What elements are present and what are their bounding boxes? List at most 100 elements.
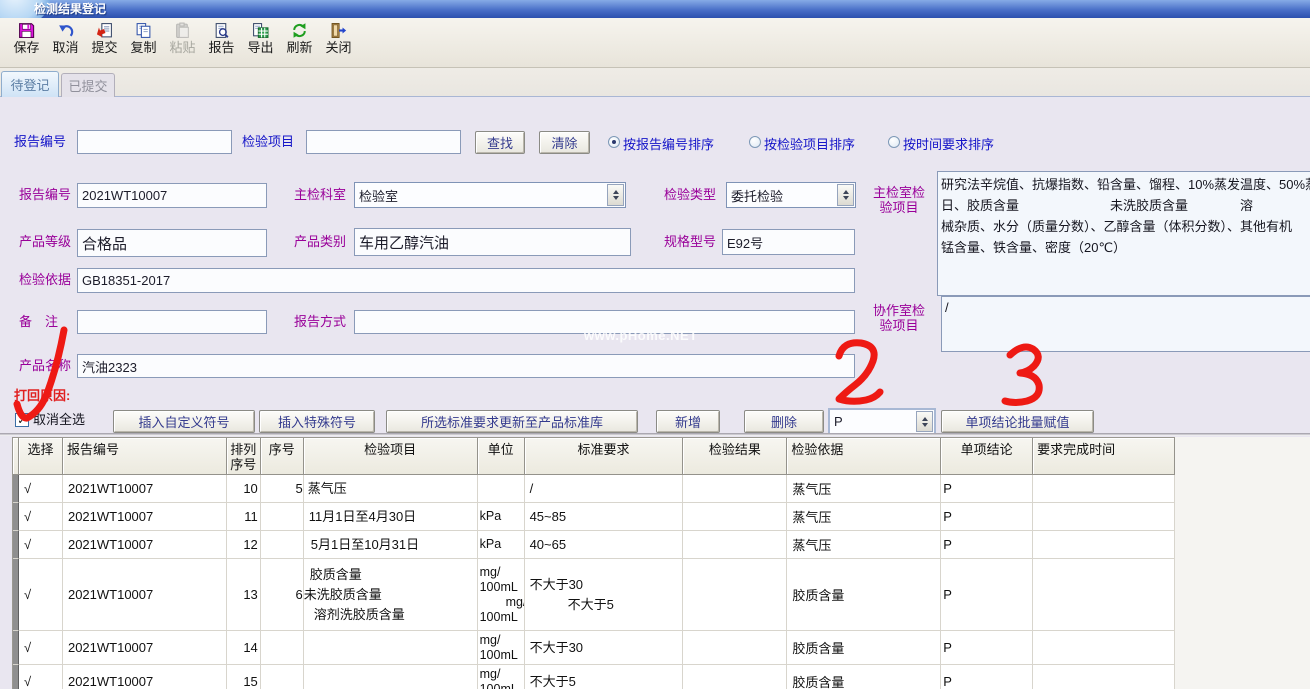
find-button[interactable]: 查找	[475, 131, 525, 154]
cell-item[interactable]	[304, 631, 478, 665]
cell-sort-no[interactable]: 14	[227, 631, 261, 665]
product-name-field[interactable]: 汽油2323	[77, 354, 855, 378]
sort-by-time-radio[interactable]	[888, 136, 900, 148]
col-select[interactable]: 选择	[19, 438, 63, 475]
cell-standard[interactable]: 不大于30	[525, 631, 684, 665]
cell-result[interactable]	[683, 559, 787, 631]
cell-standard[interactable]: /	[525, 475, 684, 503]
copy-button[interactable]: 复制	[124, 18, 163, 65]
cell-sort-no[interactable]: 15	[227, 665, 261, 689]
export-button[interactable]: 导出	[241, 18, 280, 65]
col-item[interactable]: 检验项目	[304, 438, 478, 475]
product-grade-field[interactable]: 合格品	[77, 229, 267, 257]
tab-pending[interactable]: 待登记	[1, 71, 59, 97]
cell-report-no[interactable]: 2021WT10007	[63, 559, 227, 631]
test-type-select[interactable]: 委托检验	[726, 182, 856, 208]
cell-seq[interactable]	[261, 503, 304, 531]
main-dept-select[interactable]: 检验室	[354, 182, 626, 208]
refresh-button[interactable]: 刷新	[280, 18, 319, 65]
table-row[interactable]: √2021WT10007125月1日至10月31日kPa40~65蒸气压P	[13, 531, 1175, 559]
search-item-input[interactable]	[306, 130, 461, 154]
col-standard[interactable]: 标准要求	[525, 438, 684, 475]
cell-report-no[interactable]: 2021WT10007	[63, 475, 227, 503]
cell-unit[interactable]: mg/100mL	[478, 665, 525, 689]
cell-unit[interactable]	[478, 475, 525, 503]
submit-button[interactable]: 提交	[85, 18, 124, 65]
cell-due-time[interactable]	[1033, 665, 1175, 689]
update-standard-button[interactable]: 所选标准要求更新至产品标准库	[386, 410, 638, 433]
paste-button[interactable]: 粘贴	[163, 18, 202, 65]
col-conclusion[interactable]: 单项结论	[941, 438, 1033, 475]
report-no-field[interactable]: 2021WT10007	[77, 183, 267, 208]
cell-basis[interactable]: 胶质含量	[787, 559, 941, 631]
cell-conclusion[interactable]: P	[941, 503, 1033, 531]
cell-standard[interactable]: 45~85	[525, 503, 684, 531]
tab-submitted[interactable]: 已提交	[61, 73, 115, 97]
cell-report-no[interactable]: 2021WT10007	[63, 531, 227, 559]
sort-by-report-no-radio[interactable]	[608, 136, 620, 148]
product-type-field[interactable]: 车用乙醇汽油	[354, 228, 631, 256]
cell-due-time[interactable]	[1033, 559, 1175, 631]
cell-result[interactable]	[683, 503, 787, 531]
sort-by-item-radio[interactable]	[749, 136, 761, 148]
cell-conclusion[interactable]: P	[941, 475, 1033, 503]
cell-conclusion[interactable]: P	[941, 559, 1033, 631]
cell-conclusion[interactable]: P	[941, 631, 1033, 665]
uncheck-all-checkbox[interactable]: ✓	[15, 413, 29, 427]
cell-seq[interactable]	[261, 631, 304, 665]
cell-report-no[interactable]: 2021WT10007	[63, 631, 227, 665]
cell-select[interactable]: √	[19, 531, 63, 559]
spinner-icon[interactable]	[916, 411, 933, 432]
undo-button[interactable]: 取消	[46, 18, 85, 65]
insert-special-symbol-button[interactable]: 插入特殊符号	[259, 410, 375, 433]
cell-select[interactable]: √	[19, 475, 63, 503]
conclusion-select[interactable]: P	[828, 408, 936, 435]
col-unit[interactable]: 单位	[478, 438, 525, 475]
cell-unit[interactable]: kPa	[478, 531, 525, 559]
col-seq[interactable]: 序号	[261, 438, 304, 475]
cell-sort-no[interactable]: 11	[227, 503, 261, 531]
cell-due-time[interactable]	[1033, 531, 1175, 559]
main-items-textarea[interactable]: 研究法辛烷值、抗爆指数、铅含量、馏程、10%蒸发温度、50%蒸 日、胶质含量 未…	[937, 171, 1310, 296]
collab-items-textarea[interactable]: /	[941, 296, 1310, 352]
cell-due-time[interactable]	[1033, 503, 1175, 531]
save-button[interactable]: 保存	[7, 18, 46, 65]
cell-unit[interactable]: mg/100mL	[478, 631, 525, 665]
cell-basis[interactable]: 胶质含量	[787, 665, 941, 689]
clear-button[interactable]: 清除	[539, 131, 590, 154]
cell-select[interactable]: √	[19, 503, 63, 531]
cell-select[interactable]: √	[19, 559, 63, 631]
cell-result[interactable]	[683, 531, 787, 559]
cell-seq[interactable]: 6	[261, 559, 304, 631]
cell-conclusion[interactable]: P	[941, 665, 1033, 689]
cell-item[interactable]	[304, 665, 478, 689]
inspect-basis-field[interactable]: GB18351-2017	[77, 268, 855, 293]
cell-standard[interactable]: 40~65	[525, 531, 684, 559]
cell-basis[interactable]: 胶质含量	[787, 631, 941, 665]
cell-standard[interactable]: 不大于30不大于5	[525, 559, 684, 631]
table-row[interactable]: √2021WT10007105蒸气压/蒸气压P	[13, 475, 1175, 503]
cell-item[interactable]: 胶质含量未洗胶质含量溶剂洗胶质含量	[304, 559, 478, 631]
remark-field[interactable]	[77, 310, 267, 334]
search-report-no-input[interactable]	[77, 130, 232, 154]
col-result[interactable]: 检验结果	[683, 438, 787, 475]
cell-report-no[interactable]: 2021WT10007	[63, 503, 227, 531]
table-row[interactable]: √2021WT10007136胶质含量未洗胶质含量溶剂洗胶质含量mg/100mL…	[13, 559, 1175, 631]
cell-basis[interactable]: 蒸气压	[787, 503, 941, 531]
batch-assign-button[interactable]: 单项结论批量赋值	[941, 410, 1094, 433]
table-row[interactable]: √2021WT1000714 mg/100mL不大于30 胶质含量P	[13, 631, 1175, 665]
cell-select[interactable]: √	[19, 665, 63, 689]
col-report-no[interactable]: 报告编号	[63, 438, 227, 475]
cell-basis[interactable]: 蒸气压	[787, 475, 941, 503]
cell-basis[interactable]: 蒸气压	[787, 531, 941, 559]
report-button[interactable]: 报告	[202, 18, 241, 65]
cell-result[interactable]	[683, 631, 787, 665]
cell-select[interactable]: √	[19, 631, 63, 665]
cell-sort-no[interactable]: 13	[227, 559, 261, 631]
insert-custom-symbol-button[interactable]: 插入自定义符号	[113, 410, 255, 433]
cell-sort-no[interactable]: 10	[227, 475, 261, 503]
add-button[interactable]: 新增	[656, 410, 720, 433]
cell-due-time[interactable]	[1033, 631, 1175, 665]
col-due-time[interactable]: 要求完成时间	[1033, 438, 1175, 475]
cell-seq[interactable]	[261, 531, 304, 559]
